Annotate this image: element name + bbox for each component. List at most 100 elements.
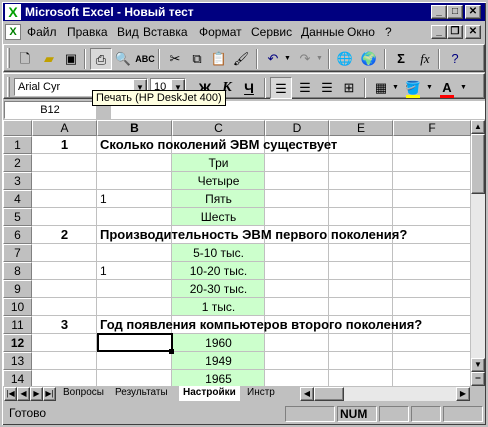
row-header[interactable]: 13 [3, 352, 32, 370]
grid-cell[interactable] [329, 190, 393, 208]
menu-window[interactable]: Окно [347, 25, 375, 39]
grid-cell[interactable] [393, 154, 471, 172]
column-header[interactable]: D [265, 120, 329, 136]
question-text[interactable]: Производительность ЭВМ первого поколения… [100, 226, 407, 244]
sheet-tab[interactable]: Вопросы [59, 386, 108, 401]
undo-dropdown-icon[interactable]: ▼ [284, 55, 291, 62]
menu-view[interactable]: Вид [117, 25, 139, 39]
undo-icon[interactable]: ↶ [262, 48, 284, 70]
grid-cell[interactable] [393, 370, 471, 386]
grid-cell[interactable] [393, 334, 471, 352]
row-header[interactable]: 6 [3, 226, 32, 244]
horizontal-scrollbar[interactable]: ◀ ▶ [300, 387, 470, 401]
answer-option[interactable]: 1960 [172, 334, 265, 352]
answer-option[interactable]: Пять [172, 190, 265, 208]
sheet-tab[interactable]: Результаты [111, 386, 172, 401]
row-header[interactable]: 11 [3, 316, 32, 334]
question-number[interactable]: 3 [32, 316, 97, 334]
doc-close-button[interactable]: ✕ [465, 25, 481, 39]
paste-icon[interactable]: 📋 [208, 48, 230, 70]
grid-cell[interactable] [32, 352, 97, 370]
name-box[interactable]: B12 [4, 101, 96, 119]
answer-option[interactable]: 1 тыс. [172, 298, 265, 316]
first-sheet-icon[interactable]: |◀ [4, 387, 17, 401]
grid-cell[interactable] [393, 208, 471, 226]
row-header[interactable]: 9 [3, 280, 32, 298]
grid-cell[interactable] [32, 334, 97, 352]
column-header[interactable]: C [172, 120, 265, 136]
help-icon[interactable]: ? [444, 48, 466, 70]
grid-cell[interactable] [329, 208, 393, 226]
redo-icon[interactable]: ↷ [294, 48, 316, 70]
scroll-up-icon[interactable]: ▲ [471, 120, 485, 134]
sheet-tab-active[interactable]: Настройки [179, 386, 240, 401]
grid-cell[interactable] [97, 280, 172, 298]
active-cell[interactable] [97, 333, 173, 352]
hyperlink-icon[interactable]: 🌐 [334, 48, 356, 70]
grid-cell[interactable] [265, 154, 329, 172]
row-header[interactable]: 4 [3, 190, 32, 208]
grid-cell[interactable] [265, 334, 329, 352]
menu-help[interactable]: ? [385, 25, 392, 39]
doc-minimize-button[interactable]: _ [431, 25, 447, 39]
print-preview-icon[interactable]: 🔍 [112, 48, 134, 70]
grid-cell[interactable] [32, 262, 97, 280]
autosum-icon[interactable]: Σ [390, 48, 412, 70]
grid-cell[interactable] [393, 190, 471, 208]
column-header[interactable]: E [329, 120, 393, 136]
maximize-button[interactable]: □ [447, 5, 463, 19]
grid-cell[interactable] [393, 352, 471, 370]
grid-cell[interactable] [393, 262, 471, 280]
grid-cell[interactable] [97, 244, 172, 262]
question-text[interactable]: Сколько поколений ЭВМ существует [100, 136, 337, 154]
grid-cell[interactable] [265, 280, 329, 298]
function-icon[interactable]: fx [414, 48, 436, 70]
merge-center-icon[interactable]: ⊞ [338, 77, 360, 99]
menu-file[interactable]: Файл [27, 25, 57, 39]
grid-cell[interactable] [329, 370, 393, 386]
grid-cell[interactable] [265, 244, 329, 262]
scroll-down-icon[interactable]: ▼ [471, 358, 485, 372]
grid-cell[interactable] [265, 298, 329, 316]
save-icon[interactable]: ▣ [60, 48, 82, 70]
grid-cell[interactable] [329, 334, 393, 352]
answer-option[interactable]: 1949 [172, 352, 265, 370]
grid-cell[interactable] [393, 136, 471, 154]
grid-cell[interactable] [393, 172, 471, 190]
worksheet-grid[interactable]: A B C D E F 1 1 Сколько поколений ЭВМ суще… [3, 120, 471, 386]
grid-cell[interactable] [32, 280, 97, 298]
answer-option[interactable]: 20-30 тыс. [172, 280, 265, 298]
row-header[interactable]: 14 [3, 370, 32, 386]
grid-cell[interactable] [97, 370, 172, 386]
grid-cell[interactable] [329, 154, 393, 172]
new-document-icon[interactable]: 🗋 [14, 48, 36, 70]
grid-cell[interactable] [393, 244, 471, 262]
grid-cell[interactable] [97, 154, 172, 172]
grid-cell[interactable] [265, 352, 329, 370]
row-header[interactable]: 7 [3, 244, 32, 262]
menu-tools[interactable]: Сервис [251, 25, 292, 39]
row-header[interactable]: 10 [3, 298, 32, 316]
answer-option[interactable]: Четыре [172, 172, 265, 190]
grid-cell[interactable] [32, 298, 97, 316]
grid-cell[interactable] [32, 244, 97, 262]
question-number[interactable]: 2 [32, 226, 97, 244]
select-all-corner[interactable] [3, 120, 32, 136]
grid-cell[interactable] [265, 190, 329, 208]
answer-mark[interactable]: 1 [100, 262, 107, 280]
grid-cell[interactable] [393, 298, 471, 316]
grid-cell[interactable] [265, 172, 329, 190]
borders-icon[interactable]: ▦ [370, 77, 392, 99]
grid-cell[interactable] [265, 262, 329, 280]
grid-cell[interactable] [265, 370, 329, 386]
grid-cell[interactable] [329, 136, 393, 154]
grid-cell[interactable] [329, 262, 393, 280]
answer-option[interactable]: Шесть [172, 208, 265, 226]
next-sheet-icon[interactable]: ▶ [30, 387, 43, 401]
grid-cell[interactable] [329, 244, 393, 262]
scroll-left-icon[interactable]: ◀ [300, 387, 314, 401]
menu-insert[interactable]: Вставка [143, 25, 188, 39]
answer-mark[interactable]: 1 [100, 190, 107, 208]
redo-dropdown-icon[interactable]: ▼ [316, 55, 323, 62]
print-icon[interactable]: ⎙ [90, 48, 112, 70]
